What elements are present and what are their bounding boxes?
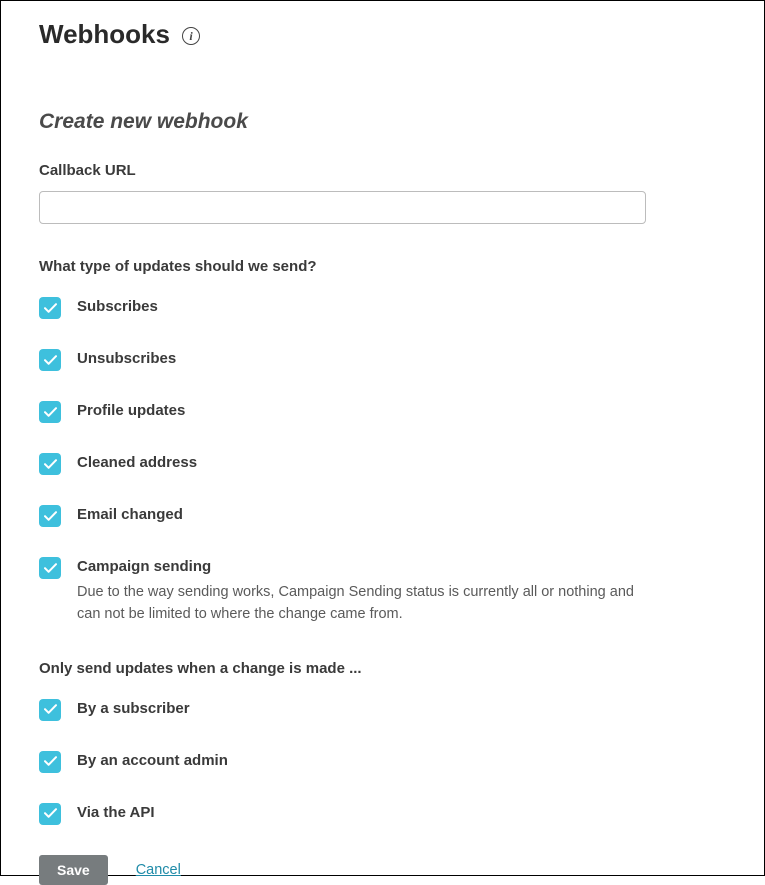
checkbox-label: Profile updates bbox=[77, 402, 185, 419]
checkbox-profile-updates[interactable] bbox=[39, 401, 61, 423]
checkbox-label: Email changed bbox=[77, 506, 183, 523]
checkbox-label: Subscribes bbox=[77, 298, 158, 315]
checkbox-label: Cleaned address bbox=[77, 454, 197, 471]
checkbox-note: Due to the way sending works, Campaign S… bbox=[77, 581, 647, 626]
update-option-email-changed: Email changed bbox=[39, 505, 734, 527]
callback-url-label: Callback URL bbox=[39, 162, 734, 179]
update-option-campaign-sending: Campaign sending Due to the way sending … bbox=[39, 557, 734, 626]
checkbox-by-admin[interactable] bbox=[39, 751, 61, 773]
sources-group-label: Only send updates when a change is made … bbox=[39, 660, 734, 677]
update-option-unsubscribes: Unsubscribes bbox=[39, 349, 734, 371]
checkbox-label: Via the API bbox=[77, 804, 155, 821]
checkbox-label: Campaign sending bbox=[77, 558, 647, 575]
check-icon bbox=[44, 808, 57, 819]
updates-group-label: What type of updates should we send? bbox=[39, 258, 734, 275]
page-header: Webhooks i bbox=[39, 19, 734, 50]
webhooks-form-panel: Webhooks i Create new webhook Callback U… bbox=[0, 0, 765, 876]
page-title: Webhooks bbox=[39, 19, 170, 50]
check-icon bbox=[44, 303, 57, 314]
check-icon bbox=[44, 756, 57, 767]
checkbox-label: By a subscriber bbox=[77, 700, 190, 717]
update-option-profile-updates: Profile updates bbox=[39, 401, 734, 423]
checkbox-email-changed[interactable] bbox=[39, 505, 61, 527]
source-option-subscriber: By a subscriber bbox=[39, 699, 734, 721]
checkbox-campaign-sending[interactable] bbox=[39, 557, 61, 579]
update-option-cleaned-address: Cleaned address bbox=[39, 453, 734, 475]
checkbox-via-api[interactable] bbox=[39, 803, 61, 825]
check-icon bbox=[44, 563, 57, 574]
check-icon bbox=[44, 407, 57, 418]
update-option-subscribes: Subscribes bbox=[39, 297, 734, 319]
checkbox-label: Unsubscribes bbox=[77, 350, 176, 367]
checkbox-cleaned-address[interactable] bbox=[39, 453, 61, 475]
check-icon bbox=[44, 459, 57, 470]
check-icon bbox=[44, 355, 57, 366]
check-icon bbox=[44, 511, 57, 522]
updates-list: Subscribes Unsubscribes Profile updates … bbox=[39, 297, 734, 626]
source-option-account-admin: By an account admin bbox=[39, 751, 734, 773]
form-actions: Save Cancel bbox=[39, 855, 734, 885]
checkbox-unsubscribes[interactable] bbox=[39, 349, 61, 371]
sources-list: By a subscriber By an account admin Via … bbox=[39, 699, 734, 825]
info-icon[interactable]: i bbox=[182, 27, 200, 45]
source-option-api: Via the API bbox=[39, 803, 734, 825]
save-button[interactable]: Save bbox=[39, 855, 108, 885]
checkbox-by-subscriber[interactable] bbox=[39, 699, 61, 721]
callback-url-input[interactable] bbox=[39, 191, 646, 224]
checkbox-label: By an account admin bbox=[77, 752, 228, 769]
checkbox-subscribes[interactable] bbox=[39, 297, 61, 319]
check-icon bbox=[44, 704, 57, 715]
section-heading: Create new webhook bbox=[39, 110, 734, 134]
